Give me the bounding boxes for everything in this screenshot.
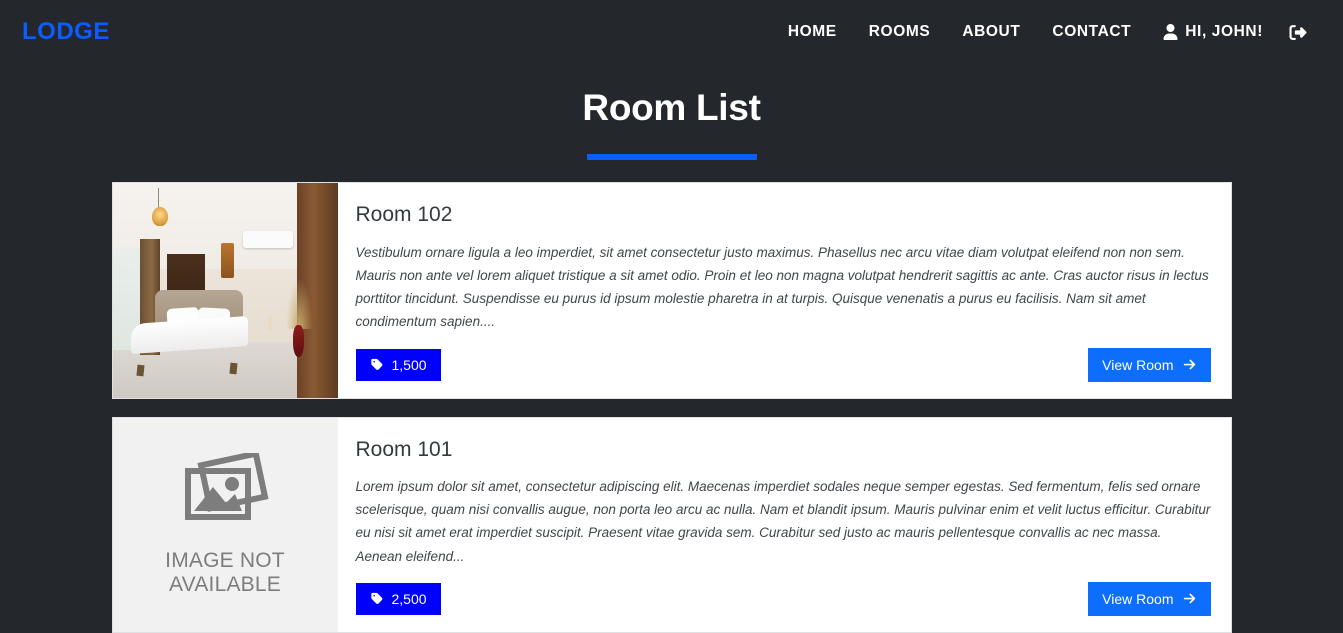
nav-links: HOME ROOMS ABOUT CONTACT HI, JOHN! bbox=[772, 15, 1321, 49]
price-badge: 1,500 bbox=[355, 348, 441, 381]
view-room-label: View Room bbox=[1102, 590, 1174, 607]
nav-item-contact[interactable]: CONTACT bbox=[1036, 15, 1147, 49]
price-badge: 2,500 bbox=[355, 582, 441, 615]
placeholder-text: IMAGE NOT AVAILABLE bbox=[165, 549, 285, 596]
placeholder-line-2: AVAILABLE bbox=[169, 572, 281, 596]
page-header: Room List bbox=[0, 64, 1343, 161]
view-room-button[interactable]: View Room bbox=[1088, 581, 1211, 616]
room-image: IMAGE NOT AVAILABLE bbox=[112, 417, 338, 632]
room-description: Lorem ipsum dolor sit amet, consectetur … bbox=[355, 478, 1211, 564]
sign-out-icon bbox=[1289, 24, 1307, 41]
placeholder-line-1: IMAGE NOT bbox=[165, 549, 285, 573]
logout-button[interactable] bbox=[1275, 16, 1321, 49]
room-card-body: Room 102 Vestibulum ornare ligula a leo … bbox=[338, 183, 1231, 397]
price-value: 2,500 bbox=[391, 590, 427, 607]
nav-item-about[interactable]: ABOUT bbox=[946, 15, 1036, 49]
room-card[interactable]: Room 102 Vestibulum ornare ligula a leo … bbox=[111, 182, 1232, 399]
arrow-right-icon bbox=[1182, 358, 1197, 371]
image-not-available-placeholder: IMAGE NOT AVAILABLE bbox=[112, 417, 338, 632]
nav-item-rooms[interactable]: ROOMS bbox=[853, 15, 947, 49]
price-value: 1,500 bbox=[391, 356, 427, 373]
room-photo bbox=[112, 183, 338, 398]
room-card-body: Room 101 Lorem ipsum dolor sit amet, con… bbox=[338, 418, 1231, 632]
user-icon bbox=[1163, 24, 1178, 40]
user-greeting-link[interactable]: HI, JOHN! bbox=[1147, 15, 1275, 49]
room-list: Room 102 Vestibulum ornare ligula a leo … bbox=[111, 182, 1232, 633]
view-room-button[interactable]: View Room bbox=[1088, 347, 1211, 382]
arrow-right-icon bbox=[1182, 592, 1197, 605]
broken-image-icon bbox=[175, 453, 275, 537]
user-greeting-label: HI, JOHN! bbox=[1185, 23, 1263, 40]
room-card[interactable]: IMAGE NOT AVAILABLE Room 101 Lorem ipsum… bbox=[111, 416, 1232, 633]
tag-icon bbox=[370, 358, 384, 371]
room-card-footer: 1,500 View Room bbox=[355, 334, 1211, 382]
page-title: Room List bbox=[582, 87, 761, 128]
nav-item-home[interactable]: HOME bbox=[772, 15, 853, 49]
navbar: LODGE HOME ROOMS ABOUT CONTACT HI, JOHN! bbox=[0, 0, 1343, 64]
room-title: Room 102 bbox=[355, 203, 453, 227]
room-card-footer: 2,500 View Room bbox=[355, 568, 1211, 616]
title-underline bbox=[586, 154, 757, 161]
brand-logo[interactable]: LODGE bbox=[22, 18, 110, 46]
tag-icon bbox=[370, 592, 384, 605]
room-description: Vestibulum ornare ligula a leo imperdiet… bbox=[355, 244, 1209, 330]
room-image bbox=[112, 183, 338, 398]
room-title: Room 101 bbox=[355, 437, 453, 461]
view-room-label: View Room bbox=[1102, 356, 1174, 373]
